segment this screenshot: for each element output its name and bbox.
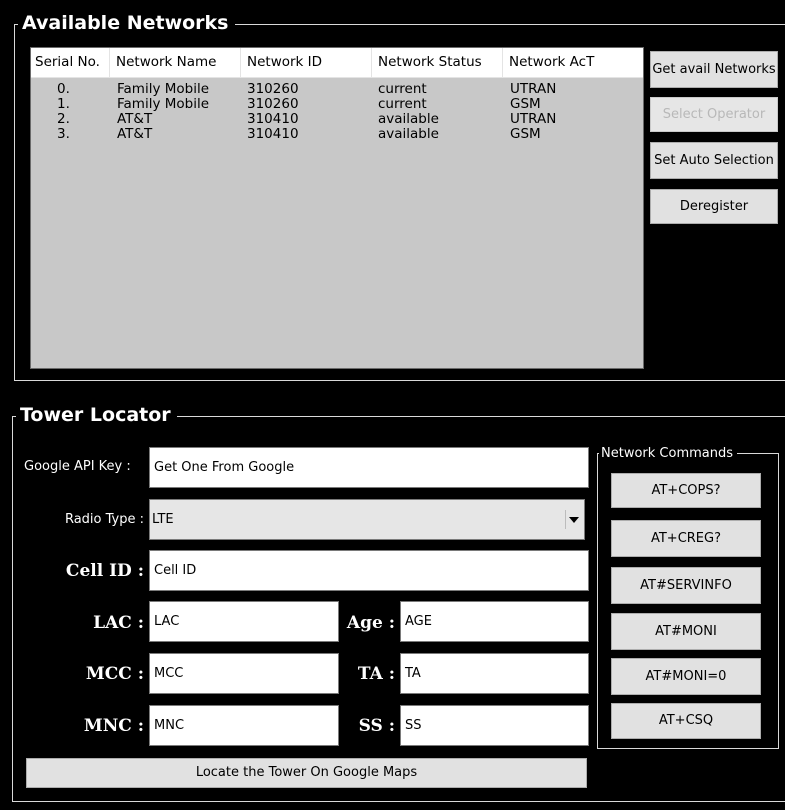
mcc-label: MCC : — [85, 664, 144, 684]
row-act: GSM — [510, 126, 541, 142]
api-key-label: Google API Key : — [24, 459, 131, 474]
row-act: UTRAN — [510, 81, 557, 97]
network-row[interactable]: 0. Family Mobile 310260 current UTRAN — [31, 82, 643, 97]
column-network-act[interactable]: Network AcT — [503, 48, 643, 77]
network-row[interactable]: 3. AT&T 310410 available GSM — [31, 127, 643, 142]
at-moni-0-button[interactable]: AT#MONI=0 — [611, 658, 761, 695]
cell-id-input[interactable]: Cell ID — [149, 550, 589, 591]
set-auto-selection-button[interactable]: Set Auto Selection — [650, 142, 778, 179]
row-status: current — [378, 96, 427, 112]
deregister-button[interactable]: Deregister — [650, 189, 778, 224]
network-row[interactable]: 1. Family Mobile 310260 current GSM — [31, 97, 643, 112]
locate-tower-button[interactable]: Locate the Tower On Google Maps — [26, 758, 587, 788]
available-networks-title: Available Networks — [18, 12, 235, 34]
row-status: current — [378, 81, 427, 97]
column-network-status[interactable]: Network Status — [372, 48, 503, 77]
api-key-input[interactable]: Get One From Google — [149, 447, 589, 488]
row-id: 310410 — [247, 111, 299, 127]
radio-type-value: LTE — [152, 512, 174, 527]
network-row[interactable]: 2. AT&T 310410 available UTRAN — [31, 112, 643, 127]
row-name: AT&T — [117, 111, 153, 127]
radio-type-label: Radio Type : — [64, 512, 144, 527]
row-name: Family Mobile — [117, 81, 210, 97]
row-id: 310260 — [247, 81, 299, 97]
ta-input[interactable]: TA — [400, 653, 589, 694]
age-input[interactable]: AGE — [400, 601, 589, 642]
ta-label: TA : — [357, 664, 395, 684]
select-operator-button[interactable]: Select Operator — [650, 97, 778, 132]
at-csq-button[interactable]: AT+CSQ — [611, 703, 761, 739]
at-creg-button[interactable]: AT+CREG? — [611, 520, 761, 557]
row-name: Family Mobile — [117, 96, 210, 112]
ss-label: SS : — [358, 716, 395, 736]
at-cops-button[interactable]: AT+COPS? — [611, 473, 761, 508]
row-serial: 3. — [57, 126, 70, 142]
at-servinfo-button[interactable]: AT#SERVINFO — [611, 567, 761, 604]
row-name: AT&T — [117, 126, 153, 142]
network-commands-title: Network Commands — [599, 446, 737, 462]
networks-list-header: Serial No. Network Name Network ID Netwo… — [31, 48, 643, 78]
get-avail-networks-button[interactable]: Get avail Networks — [650, 51, 778, 88]
cell-id-label: Cell ID : — [65, 561, 144, 581]
lac-label: LAC : — [93, 613, 144, 633]
row-id: 310260 — [247, 96, 299, 112]
chevron-down-icon[interactable] — [565, 510, 582, 529]
row-id: 310410 — [247, 126, 299, 142]
row-act: GSM — [510, 96, 541, 112]
radio-type-select[interactable]: LTE — [149, 499, 585, 540]
row-act: UTRAN — [510, 111, 557, 127]
tower-locator-title: Tower Locator — [16, 404, 177, 426]
at-moni-button[interactable]: AT#MONI — [611, 613, 761, 650]
column-network-name[interactable]: Network Name — [110, 48, 241, 77]
row-serial: 1. — [57, 96, 70, 112]
row-status: available — [378, 111, 439, 127]
row-serial: 0. — [57, 81, 70, 97]
age-label: Age : — [346, 613, 395, 633]
row-serial: 2. — [57, 111, 70, 127]
row-status: available — [378, 126, 439, 142]
mnc-label: MNC : — [83, 716, 144, 736]
column-network-id[interactable]: Network ID — [241, 48, 372, 77]
ss-input[interactable]: SS — [400, 705, 589, 746]
column-serial[interactable]: Serial No. — [31, 48, 110, 77]
networks-list[interactable]: Serial No. Network Name Network ID Netwo… — [30, 47, 644, 369]
